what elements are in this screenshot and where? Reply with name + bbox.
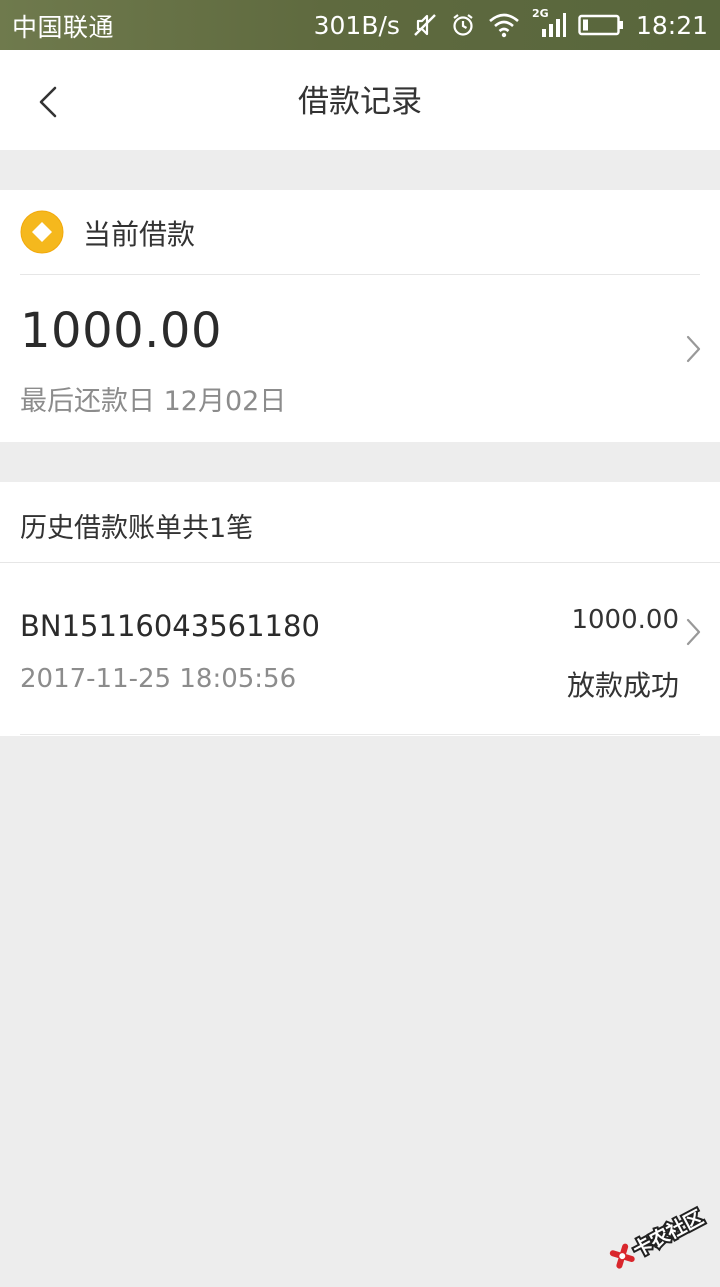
divider bbox=[20, 734, 700, 735]
carrier-name: 中国联通 bbox=[12, 13, 115, 42]
chevron-right-icon bbox=[686, 335, 701, 363]
coin-icon bbox=[20, 210, 64, 254]
clock-time: 18:21 bbox=[635, 10, 708, 40]
alarm-icon bbox=[450, 12, 476, 38]
current-loan-amount: 1000.00 bbox=[20, 303, 222, 359]
battery-icon bbox=[578, 13, 624, 37]
history-header: 历史借款账单共1笔 bbox=[0, 482, 720, 562]
silent-mode-icon bbox=[412, 12, 438, 38]
current-loan-card: 当前借款 1000.00 最后还款日 12月02日 bbox=[0, 190, 720, 442]
wifi-icon bbox=[488, 12, 520, 38]
due-date-label: 最后还款日 12月02日 bbox=[20, 386, 287, 417]
bill-row[interactable]: BN15116043561180 2017-11-25 18:05:56 100… bbox=[0, 563, 720, 735]
history-count-label: 历史借款账单共1笔 bbox=[20, 513, 254, 544]
watermark-mark-icon bbox=[609, 1243, 635, 1269]
status-indicators: 301B/s 2G 18:21 bbox=[314, 0, 708, 50]
chevron-right-icon bbox=[686, 618, 701, 646]
watermark-logo: 卡农社区 bbox=[600, 1189, 716, 1284]
history-card: 历史借款账单共1笔 BN15116043561180 2017-11-25 18… bbox=[0, 482, 720, 736]
cellular-signal-icon: 2G bbox=[532, 7, 566, 39]
bill-number: BN15116043561180 bbox=[20, 609, 320, 643]
network-type-label: 2G bbox=[531, 7, 549, 20]
nav-bar: 借款记录 bbox=[0, 50, 720, 150]
bill-date: 2017-11-25 18:05:56 bbox=[20, 664, 297, 694]
page-title: 借款记录 bbox=[298, 84, 422, 120]
current-loan-header: 当前借款 bbox=[0, 190, 720, 274]
network-speed: 301B/s bbox=[313, 10, 400, 40]
current-loan-detail-row[interactable]: 1000.00 最后还款日 12月02日 bbox=[0, 275, 720, 442]
current-loan-label: 当前借款 bbox=[83, 218, 196, 251]
svg-text:卡农社区: 卡农社区 bbox=[629, 1206, 707, 1262]
status-bar: 中国联通 301B/s 2G 18:21 bbox=[0, 0, 720, 50]
bill-amount: 1000.00 bbox=[571, 605, 679, 635]
bill-status: 放款成功 bbox=[566, 669, 679, 702]
